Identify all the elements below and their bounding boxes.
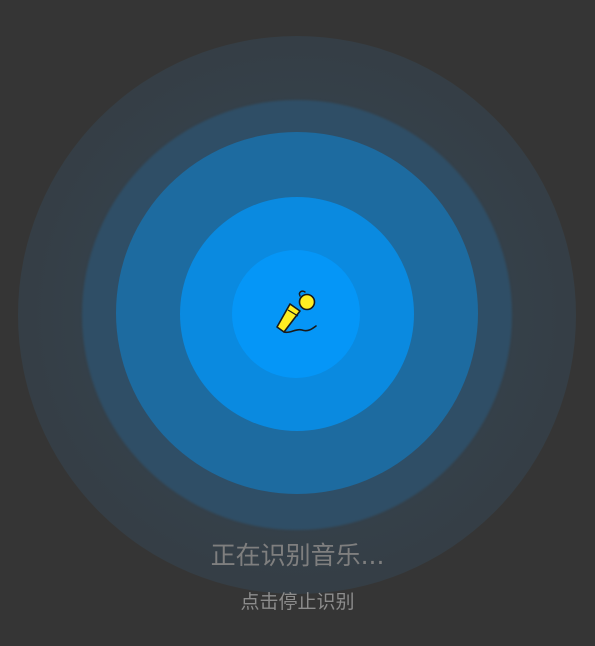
- music-recognition-screen: 正在识别音乐... 点击停止识别: [0, 0, 595, 646]
- stop-recognition-link[interactable]: 点击停止识别: [0, 588, 595, 616]
- microphone-icon: [276, 290, 317, 334]
- status-title: 正在识别音乐...: [210, 541, 385, 570]
